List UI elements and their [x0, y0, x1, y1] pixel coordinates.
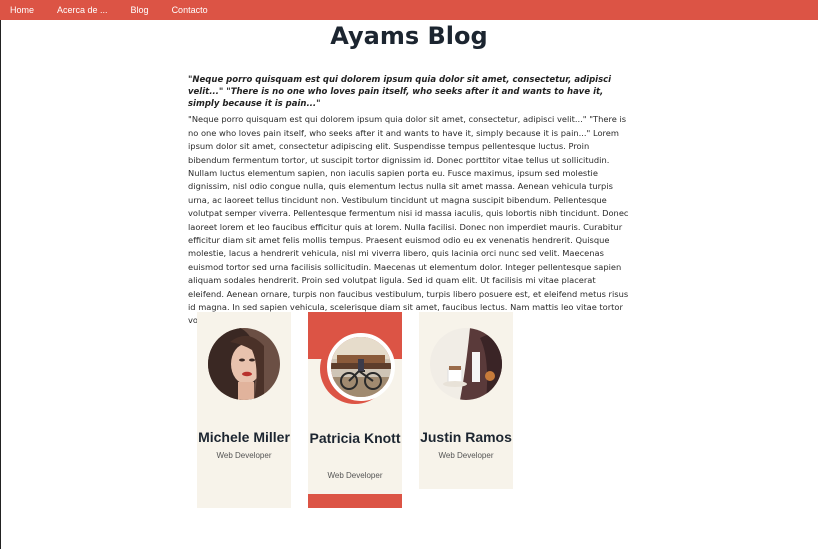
- intro-quote: "Neque porro quisquam est qui dolorem ip…: [188, 74, 612, 109]
- team-card-michele[interactable]: Michele Miller Web Developer: [197, 312, 291, 508]
- team-card-patricia[interactable]: Patricia Knott Web Developer: [308, 312, 402, 508]
- team-card-justin[interactable]: Justin Ramos Web Developer: [419, 312, 513, 489]
- woman-portrait-photo-icon: [208, 328, 280, 400]
- article-body: "Neque porro quisquam est qui dolorem ip…: [188, 114, 629, 325]
- member-name: Michele Miller: [198, 429, 290, 445]
- nav-blog-link[interactable]: Blog: [131, 5, 149, 15]
- member-role: Web Developer: [216, 451, 272, 460]
- member-role: Web Developer: [327, 471, 383, 480]
- man-with-bicycle-photo-icon: [327, 333, 395, 401]
- member-role: Web Developer: [438, 451, 494, 460]
- member-name: Justin Ramos: [420, 429, 512, 445]
- page-title: Ayams Blog: [330, 22, 488, 50]
- member-name: Patricia Knott: [309, 430, 401, 446]
- nav-about-link[interactable]: Acerca de ...: [57, 5, 108, 15]
- nav-home-link[interactable]: Home: [10, 5, 34, 15]
- card-accent-bottom: [308, 494, 402, 508]
- nav-contact-link[interactable]: Contacto: [172, 5, 208, 15]
- man-with-coffee-photo-icon: [430, 328, 502, 400]
- top-navbar: Home Acerca de ... Blog Contacto: [0, 0, 818, 20]
- window-edge: [0, 20, 1, 549]
